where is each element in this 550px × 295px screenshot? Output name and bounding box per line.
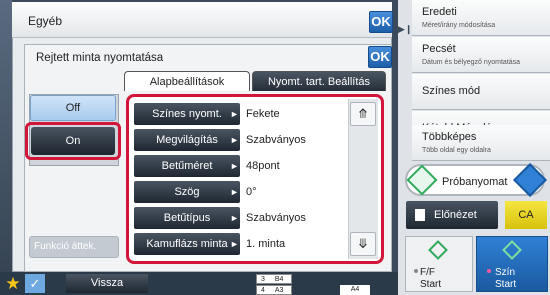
tab-nyomt-tart-beallitas[interactable]: Nyomt. tart. Beállítás <box>252 71 386 91</box>
setting-button-camouflage[interactable]: Kamuflázs minta <box>134 233 240 255</box>
bullet-icon <box>487 269 491 273</box>
tray-3: 3 B4 <box>256 274 292 284</box>
color-start-button[interactable]: Szín Start <box>476 236 548 292</box>
right-item-title: Többképes <box>422 131 477 143</box>
arrow-right-icon: ► <box>230 213 239 223</box>
setting-row-exposure: Megvilágítás ► Szabványos <box>134 129 346 151</box>
function-review-button[interactable]: Funkció áttek. <box>29 236 119 258</box>
arrow-right-icon: ► <box>230 187 239 197</box>
setting-value-camouflage: 1. minta <box>246 238 286 250</box>
right-item-subtitle: Több oldal egy oldalra <box>422 147 491 154</box>
setting-row-camouflage: Kamuflázs minta ► 1. minta <box>134 233 346 255</box>
ok-button[interactable]: OK <box>369 11 393 33</box>
arrow-right-icon: ► <box>230 135 239 145</box>
tray-size: A3 <box>274 287 284 294</box>
scroll-up-icon[interactable]: ⤊ <box>350 102 376 126</box>
back-button[interactable]: Vissza <box>66 274 148 293</box>
setting-value-exposure: Szabványos <box>246 134 306 146</box>
tray-size: B4 <box>274 276 284 283</box>
right-item-stamp[interactable]: Pecsét Dátum és bélyegző nyomtatása <box>412 37 550 73</box>
right-item-original[interactable]: Eredeti Méret/irány módosítása <box>412 0 550 36</box>
off-button[interactable]: Off <box>30 95 116 121</box>
right-item-title: Színes mód <box>422 85 481 97</box>
arrow-right-icon: ► <box>230 109 239 119</box>
right-item-subtitle: Dátum és bélyegző nyomtatása <box>422 59 521 66</box>
dialog-title: Rejtett minta nyomtatása <box>36 52 164 64</box>
setting-row-color: Színes nyomt. ► Fekete <box>134 103 346 125</box>
tray-number: 3 <box>261 276 265 283</box>
setting-value-font: Szabványos <box>246 212 306 224</box>
document-icon <box>415 209 425 221</box>
setting-value-color: Fekete <box>246 108 280 120</box>
right-item-subtitle: Méret/irány módosítása <box>422 22 496 29</box>
setting-button-font[interactable]: Betűtípus <box>134 207 240 229</box>
right-item-title: Pecsét <box>422 43 456 55</box>
setting-row-font-size: Betűméret ► 48pont <box>134 155 346 177</box>
setting-button-font-size[interactable]: Betűméret <box>134 155 240 177</box>
check-icon[interactable]: ✓ <box>25 274 45 293</box>
tray-number: 4 <box>261 287 265 294</box>
paper-size-badge: A4 <box>340 285 370 295</box>
tab-alapbeallitasok[interactable]: Alapbeállítások <box>124 71 250 91</box>
title-bar: Egyéb <box>12 2 392 38</box>
setting-row-font: Betűtípus ► Szabványos <box>134 207 346 229</box>
start-diamond-icon <box>428 240 448 260</box>
setting-value-angle: 0° <box>246 186 257 198</box>
setting-button-color[interactable]: Színes nyomt. <box>134 103 240 125</box>
right-item-title: Eredeti <box>422 6 457 18</box>
setting-button-exposure[interactable]: Megvilágítás <box>134 129 240 151</box>
setting-button-angle[interactable]: Szög <box>134 181 240 203</box>
right-item-color-mode[interactable]: Színes mód <box>412 74 550 110</box>
paper-status: 3 B4 4 A3 A4 <box>256 274 374 295</box>
preview-label: Előnézet <box>434 209 477 221</box>
start-diamond-icon <box>502 240 522 260</box>
right-item-multi-image[interactable]: Többképes Több oldal egy oldalra <box>412 125 550 161</box>
arrow-right-icon: ► <box>230 239 239 249</box>
page-title: Egyéb <box>28 14 63 28</box>
star-icon[interactable]: ★ <box>3 274 23 294</box>
expand-arrow-icon[interactable]: ▶❙ <box>398 24 412 36</box>
color-start-line1: Szín <box>495 267 516 278</box>
bw-start-line1: F/F <box>420 267 435 278</box>
proof-print-label: Próbanyomat <box>442 176 508 188</box>
setting-row-angle: Szög ► 0° <box>134 181 346 203</box>
dialog-ok-button[interactable]: OK <box>368 46 392 68</box>
ca-button[interactable]: CA <box>505 201 547 229</box>
bw-start-line2: Start <box>420 279 442 290</box>
setting-value-font-size: 48pont <box>246 160 280 172</box>
preview-button[interactable]: Előnézet <box>406 201 498 229</box>
on-button[interactable]: On <box>31 127 115 155</box>
scroll-down-icon[interactable]: ⤋ <box>350 232 376 256</box>
arrow-right-icon: ► <box>230 161 239 171</box>
bw-start-button[interactable]: F/F Start <box>405 236 473 292</box>
color-start-line2: Start <box>495 279 517 290</box>
tray-4: 4 A3 <box>256 285 292 295</box>
left-edge <box>0 0 12 295</box>
bullet-icon <box>414 269 418 273</box>
